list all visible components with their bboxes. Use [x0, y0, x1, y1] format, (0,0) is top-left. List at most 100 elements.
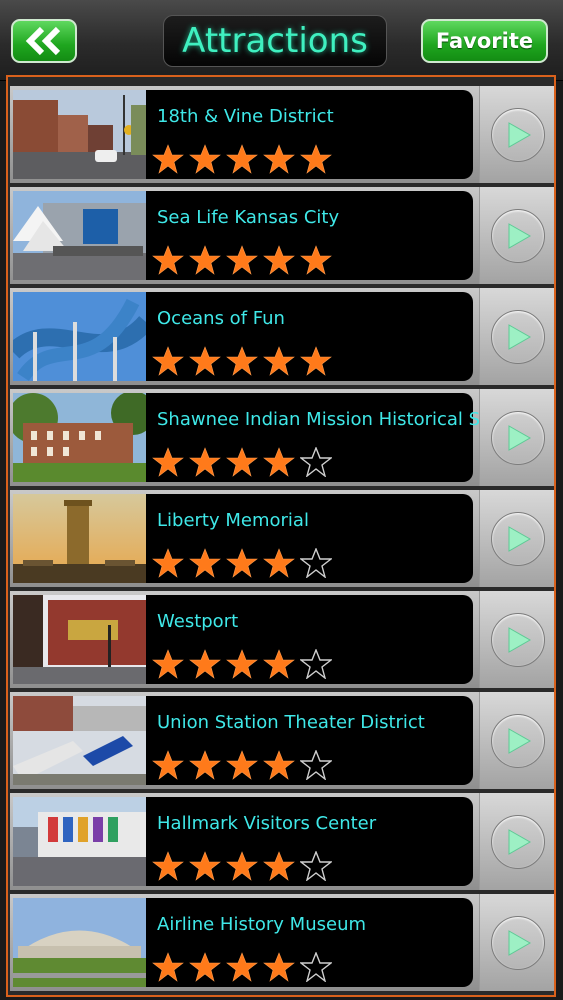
detail-button[interactable] [490, 309, 545, 364]
attraction-thumbnail [13, 898, 146, 987]
list-item[interactable]: Westport [10, 591, 554, 688]
attraction-thumbnail [13, 494, 146, 583]
play-arrow-icon [508, 727, 531, 754]
star-filled-icon [226, 952, 258, 982]
star-filled-icon [189, 144, 221, 174]
list-item[interactable]: Hallmark Visitors Center [10, 793, 554, 890]
rating-stars [152, 750, 332, 784]
detail-button-cell[interactable] [479, 591, 554, 688]
list-item[interactable]: Liberty Memorial [10, 490, 554, 587]
list-item[interactable]: Airline History Museum [10, 894, 554, 991]
star-filled-icon [263, 952, 295, 982]
attraction-name: Shawnee Indian Mission Historical Site [157, 409, 504, 430]
star-filled-icon [263, 548, 295, 578]
rating-stars [152, 144, 332, 178]
star-filled-icon [263, 144, 295, 174]
star-filled-icon [226, 346, 258, 376]
play-arrow-icon [508, 222, 531, 249]
star-empty-icon [300, 447, 332, 477]
attraction-thumbnail [13, 191, 146, 280]
star-filled-icon [263, 750, 295, 780]
detail-button[interactable] [490, 107, 545, 162]
list-item[interactable]: Union Station Theater District [10, 692, 554, 789]
attraction-thumbnail [13, 292, 146, 381]
star-filled-icon [263, 346, 295, 376]
star-filled-icon [226, 447, 258, 477]
attraction-info: Shawnee Indian Mission Historical Site [146, 393, 503, 482]
star-filled-icon [300, 144, 332, 174]
rating-stars [152, 245, 332, 279]
star-filled-icon [263, 649, 295, 679]
attraction-info: Airline History Museum [146, 898, 473, 987]
detail-button-cell[interactable] [479, 187, 554, 284]
star-filled-icon [300, 245, 332, 275]
attraction-info: Union Station Theater District [146, 696, 473, 785]
rating-stars [152, 548, 332, 582]
double-chevron-left-icon [25, 26, 61, 56]
attraction-thumbnail [13, 797, 146, 886]
star-empty-icon [300, 952, 332, 982]
star-filled-icon [189, 649, 221, 679]
attraction-name: Hallmark Visitors Center [157, 813, 377, 834]
attraction-name: Union Station Theater District [157, 712, 425, 733]
attraction-info: Westport [146, 595, 473, 684]
star-filled-icon [189, 245, 221, 275]
detail-button-cell[interactable] [479, 793, 554, 890]
attraction-thumbnail [13, 595, 146, 684]
list-item[interactable]: Oceans of Fun [10, 288, 554, 385]
star-filled-icon [152, 750, 184, 780]
detail-button-cell[interactable] [479, 288, 554, 385]
attraction-name: 18th & Vine District [157, 106, 334, 127]
star-filled-icon [189, 447, 221, 477]
detail-button-cell[interactable] [479, 389, 554, 486]
star-filled-icon [226, 851, 258, 881]
attraction-info: Oceans of Fun [146, 292, 473, 381]
attraction-name: Liberty Memorial [157, 510, 309, 531]
list-item[interactable]: 18th & Vine District [10, 86, 554, 183]
attraction-name: Sea Life Kansas City [157, 207, 340, 228]
rating-stars [152, 346, 332, 380]
back-button[interactable] [11, 19, 77, 63]
detail-button[interactable] [490, 713, 545, 768]
rating-stars [152, 447, 332, 481]
star-filled-icon [152, 548, 184, 578]
star-filled-icon [189, 548, 221, 578]
detail-button[interactable] [490, 612, 545, 667]
detail-button-cell[interactable] [479, 86, 554, 183]
detail-button[interactable] [490, 814, 545, 869]
rating-stars [152, 649, 332, 683]
play-arrow-icon [508, 929, 531, 956]
attraction-info: Sea Life Kansas City [146, 191, 473, 280]
detail-button[interactable] [490, 410, 545, 465]
top-bar: Attractions Favorite [0, 0, 563, 81]
attractions-list[interactable]: 18th & Vine District Sea Life Kansas Cit… [6, 75, 556, 997]
star-filled-icon [263, 447, 295, 477]
star-filled-icon [226, 548, 258, 578]
star-filled-icon [189, 952, 221, 982]
star-filled-icon [226, 649, 258, 679]
star-filled-icon [152, 649, 184, 679]
detail-button[interactable] [490, 915, 545, 970]
favorite-button[interactable]: Favorite [421, 19, 548, 63]
star-filled-icon [152, 447, 184, 477]
detail-button-cell[interactable] [479, 692, 554, 789]
detail-button[interactable] [490, 511, 545, 566]
detail-button[interactable] [490, 208, 545, 263]
attraction-info: Hallmark Visitors Center [146, 797, 473, 886]
attraction-info: 18th & Vine District [146, 90, 473, 179]
star-empty-icon [300, 750, 332, 780]
play-arrow-icon [508, 626, 531, 653]
detail-button-cell[interactable] [479, 894, 554, 991]
play-arrow-icon [508, 424, 531, 451]
detail-button-cell[interactable] [479, 490, 554, 587]
list-item[interactable]: Sea Life Kansas City [10, 187, 554, 284]
star-filled-icon [152, 952, 184, 982]
play-arrow-icon [508, 828, 531, 855]
star-empty-icon [300, 851, 332, 881]
star-empty-icon [300, 548, 332, 578]
list-item[interactable]: Shawnee Indian Mission Historical Site [10, 389, 554, 486]
rating-stars [152, 952, 332, 986]
star-filled-icon [189, 750, 221, 780]
star-filled-icon [152, 346, 184, 376]
attraction-thumbnail [13, 90, 146, 179]
